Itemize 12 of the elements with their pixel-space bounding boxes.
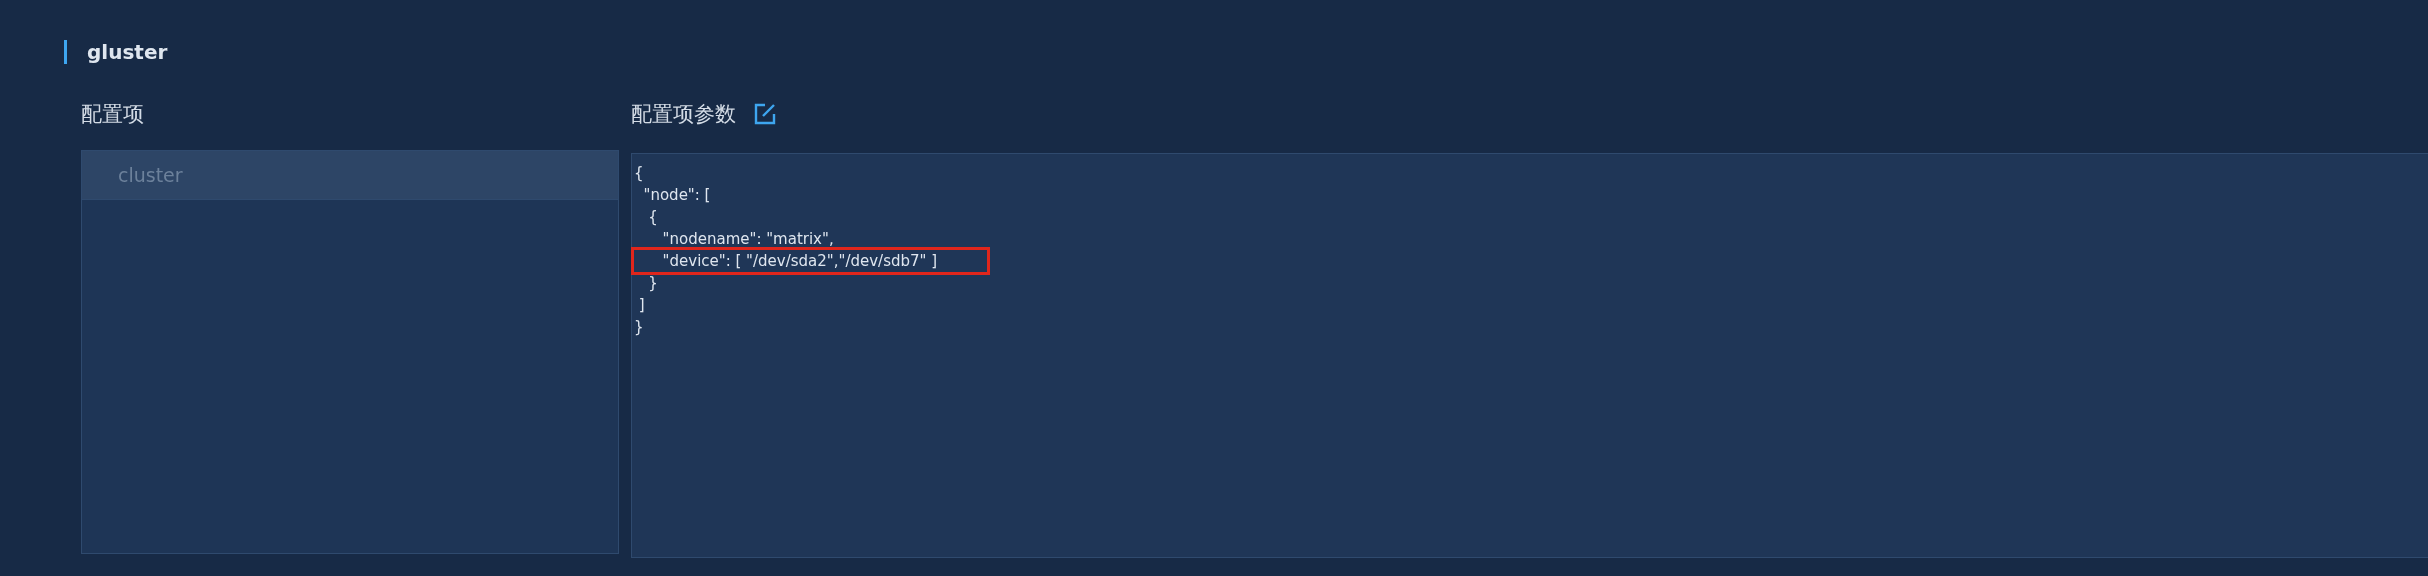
code-line: {: [647, 207, 658, 228]
code-line: }: [647, 273, 658, 294]
section-title: gluster: [64, 40, 2428, 64]
config-items-label: 配置项: [80, 101, 145, 128]
config-params-editor[interactable]: { "node": [ { "nodename": "matrix", "device": [ "/dev/sda2","/dev/sdb7" ] } ] }: [631, 153, 2428, 558]
code-line: }: [634, 317, 644, 338]
code-line: ]: [637, 295, 645, 316]
edit-icon[interactable]: [754, 103, 776, 125]
code-line: "nodename": "matrix",: [661, 229, 834, 250]
code-line: "node": [: [642, 185, 711, 206]
code-line: {: [634, 163, 644, 184]
config-params-label: 配置项参数: [631, 101, 736, 128]
